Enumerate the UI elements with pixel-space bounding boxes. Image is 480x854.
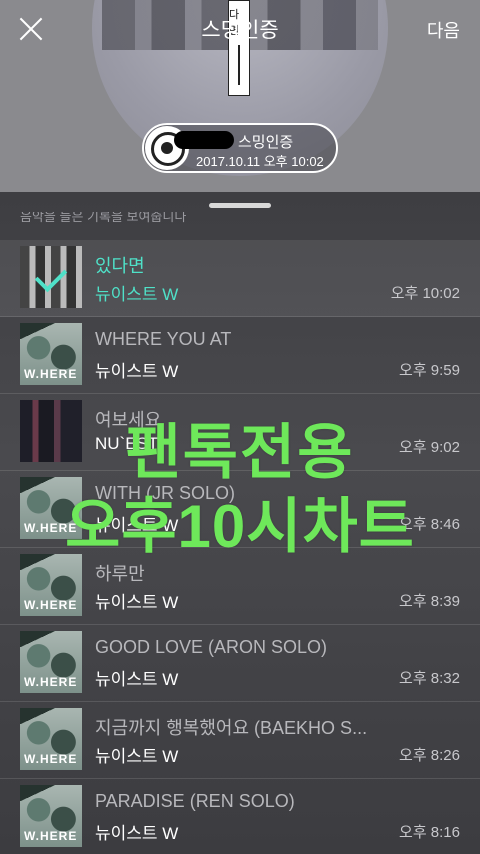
- song-artist: 뉴이스트 W: [95, 362, 179, 381]
- song-list: 있다면뉴이스트 W 오후 10:02 W.HERE WHERE YOU AT 뉴이스트 …: [0, 240, 480, 854]
- song-title: 여보세요: [95, 410, 162, 430]
- album-thumbnail: [20, 400, 82, 462]
- song-artist: 뉴이스트 W: [95, 285, 179, 304]
- song-title: 있다면: [95, 256, 145, 276]
- album-thumbnail: W.HERE: [20, 631, 82, 693]
- song-row[interactable]: 여보세요 NU`EST 오후 9:02: [0, 394, 480, 471]
- album-label: W.HERE: [24, 675, 78, 689]
- album-label: W.HERE: [24, 598, 78, 612]
- album-label: W.HERE: [24, 752, 78, 766]
- song-title: WHERE YOU AT: [95, 329, 232, 349]
- song-artist: 뉴이스트 W: [95, 824, 179, 843]
- drag-handle[interactable]: [209, 203, 271, 208]
- play-time: 오후 9:59: [399, 362, 460, 379]
- sheet-caption: 음악을 들은 기록을 보여줍니다: [20, 212, 187, 224]
- streaming-badge: 스밍인증 2017.10.11 오후 10:02: [142, 123, 338, 173]
- badge-title: 스밍인증: [238, 134, 294, 151]
- song-title: WITH (JR SOLO): [95, 483, 235, 503]
- song-row[interactable]: W.HERE PARADISE (REN SOLO) 뉴이스트 W 오후 8:16: [0, 779, 480, 854]
- song-artist: 뉴이스트 W: [95, 516, 179, 535]
- album-thumbnail: W.HERE: [20, 785, 82, 847]
- song-row[interactable]: W.HERE WITH (JR SOLO) 뉴이스트 W 오후 8:46: [0, 471, 480, 548]
- next-button[interactable]: 다음: [427, 17, 460, 43]
- play-time: 오후 8:26: [399, 747, 460, 764]
- album-thumbnail: W.HERE: [20, 554, 82, 616]
- play-time: 오후 8:39: [399, 593, 460, 610]
- song-title: GOOD LOVE (ARON SOLO): [95, 637, 328, 657]
- album-label: W.HERE: [24, 521, 78, 535]
- song-artist: 뉴이스트 W: [95, 670, 179, 689]
- album-label: W.HERE: [24, 367, 78, 381]
- album-thumbnail: [20, 246, 82, 308]
- play-time: 오후 8:16: [399, 824, 460, 841]
- song-title: 하루만: [95, 564, 145, 584]
- song-artist: 뉴이스트 W: [95, 747, 179, 766]
- badge-timestamp: 2017.10.11 오후 10:02: [196, 154, 324, 169]
- play-time: 오후 8:46: [399, 516, 460, 533]
- song-artist: NU`EST: [95, 434, 159, 453]
- album-thumbnail: W.HERE: [20, 708, 82, 770]
- song-row[interactable]: 있다면뉴이스트 W 오후 10:02: [0, 240, 480, 317]
- play-time: 오후 8:32: [399, 670, 460, 687]
- play-time: 오후 9:02: [399, 439, 460, 456]
- song-history-sheet: 음악을 들은 기록을 보여줍니다 있다면뉴이스트 W 오후 10:02 W.HERE…: [0, 192, 480, 854]
- album-label: W.HERE: [24, 829, 78, 843]
- song-title: PARADISE (REN SOLO): [95, 791, 295, 811]
- song-title: 지금까지 행복했어요 (BAEKHO S...: [95, 718, 368, 738]
- header-area: 다 면 스밍인증 다음 스밍인증 2017.10.11 오후 10:02: [0, 0, 480, 192]
- play-time: 오후 10:02: [390, 285, 460, 302]
- song-row[interactable]: W.HERE WHERE YOU AT 뉴이스트 W 오후 9:59: [0, 317, 480, 394]
- check-icon: [34, 259, 68, 293]
- page-title: 스밍인증: [201, 19, 279, 42]
- album-thumbnail: W.HERE: [20, 323, 82, 385]
- song-row[interactable]: W.HERE GOOD LOVE (ARON SOLO) 뉴이스트 W 오후 8:32: [0, 625, 480, 702]
- song-row[interactable]: W.HERE 하루만뉴이스트 W 오후 8:39: [0, 548, 480, 625]
- song-row[interactable]: W.HERE 지금까지 행복했어요 (BAEKHO S... 뉴이스트 W 오후 8:…: [0, 702, 480, 779]
- song-artist: 뉴이스트 W: [95, 593, 179, 612]
- redacted-name: [174, 131, 234, 149]
- album-thumbnail: W.HERE: [20, 477, 82, 539]
